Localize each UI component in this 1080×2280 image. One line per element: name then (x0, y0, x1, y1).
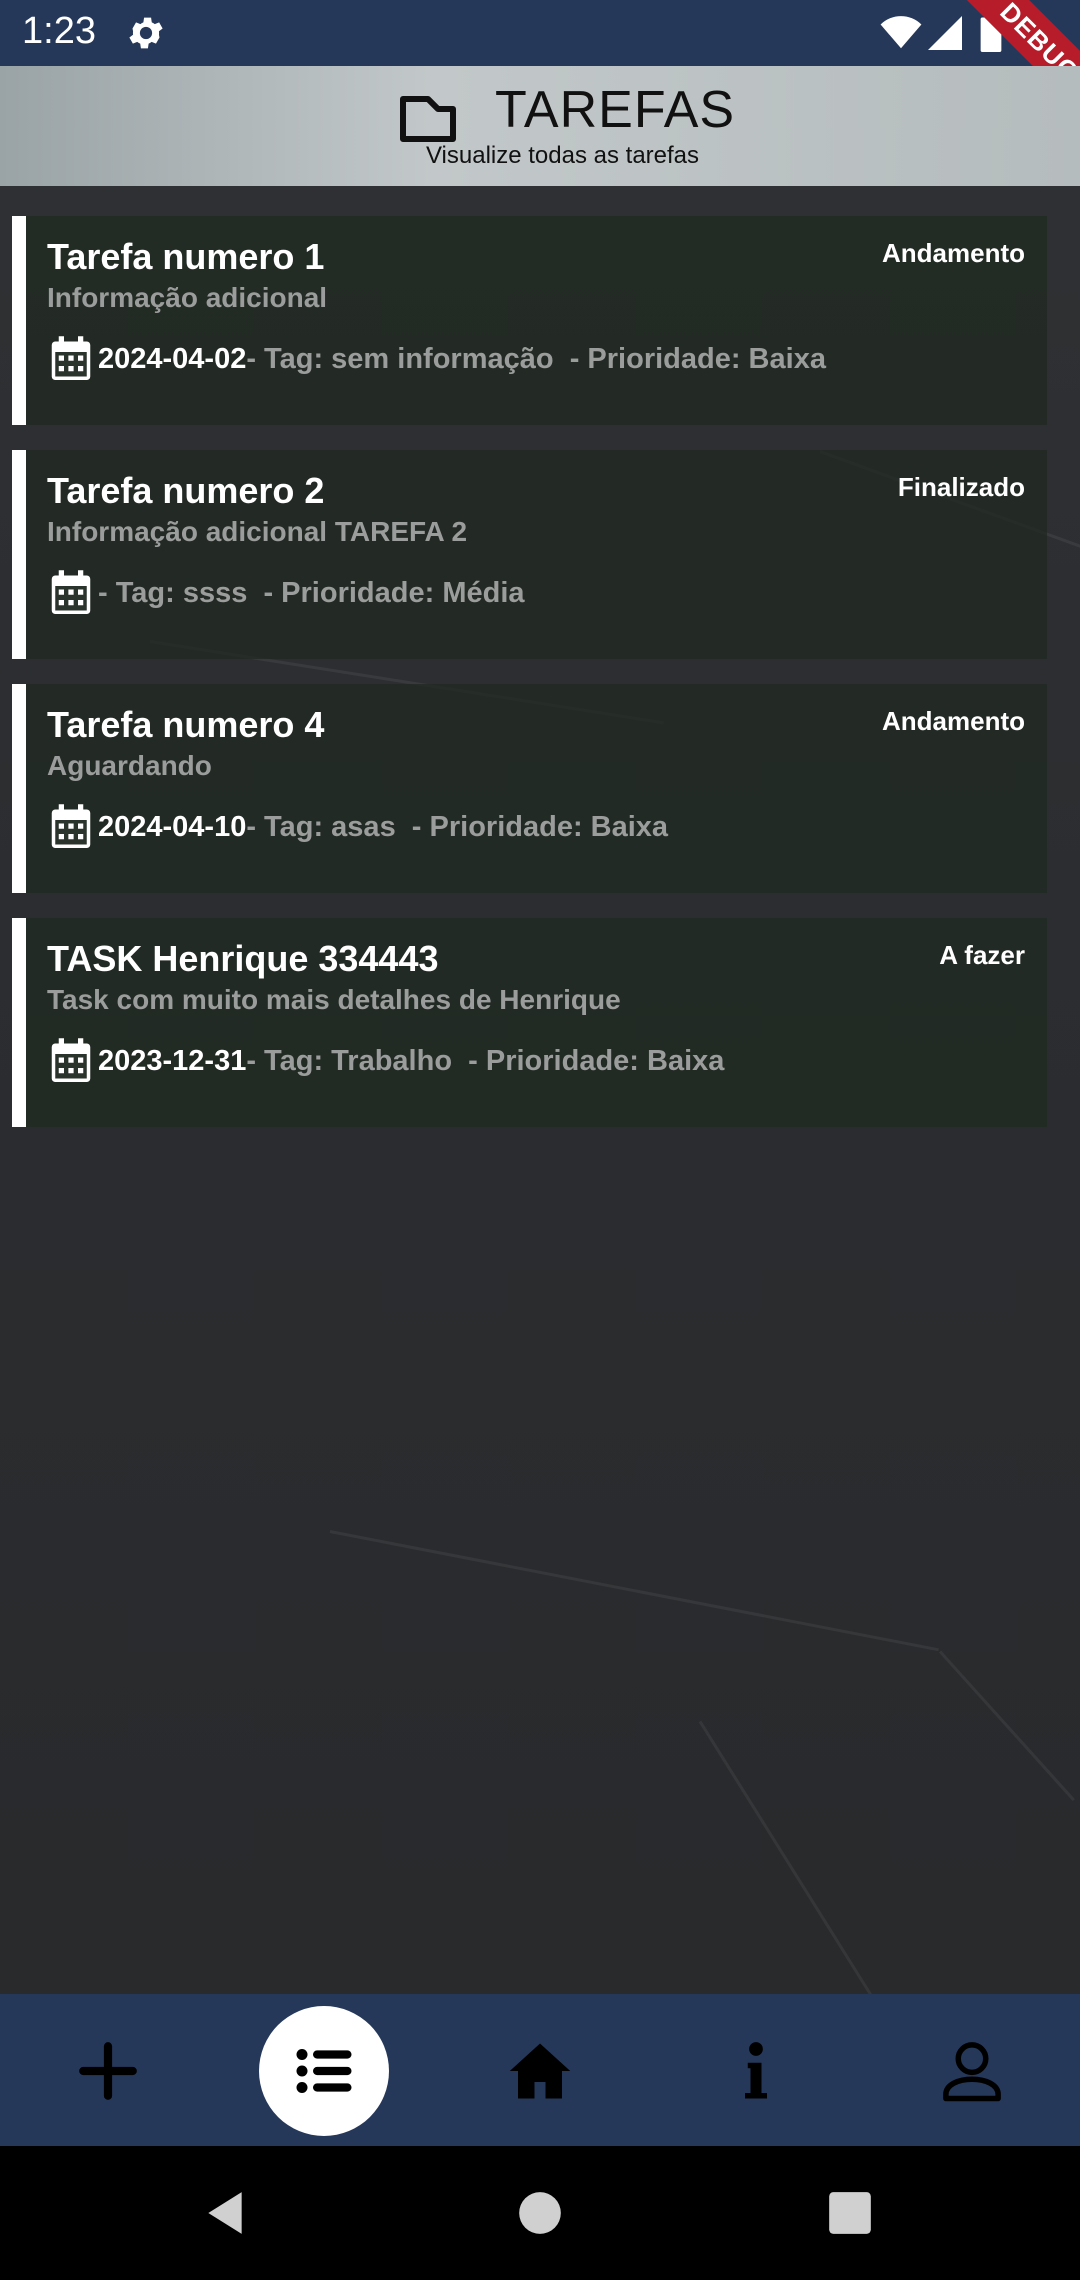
home-button[interactable] (475, 2006, 605, 2136)
task-card[interactable]: Tarefa numero 4 Aguardando Andamento 202… (12, 684, 1047, 893)
person-icon (943, 2042, 1001, 2102)
task-title: Tarefa numero 1 (47, 236, 325, 277)
task-description: Informação adicional (47, 282, 328, 313)
status-time: 1:23 (22, 10, 96, 52)
task-title: Tarefa numero 2 (47, 470, 325, 511)
task-accent-bar (12, 450, 26, 659)
gear-icon (129, 17, 163, 49)
task-title: TASK Henrique 334443 (47, 938, 439, 979)
task-meta: 2024-04-02 - Tag: sem informação - Prior… (50, 334, 826, 384)
home-icon (509, 2043, 571, 2099)
task-status: Andamento (882, 238, 1025, 268)
task-status: Andamento (882, 706, 1025, 736)
task-accent-bar (12, 216, 26, 425)
task-title: Tarefa numero 4 (47, 704, 325, 745)
recents-icon[interactable] (825, 2188, 875, 2238)
status-bar: 1:23 DEBUG (0, 0, 1080, 136)
task-status: Finalizado (897, 472, 1025, 502)
task-info: - Tag: sem informação - Prioridade: Baix… (246, 342, 826, 375)
page-title: TAREFAS (495, 81, 736, 139)
task-card[interactable]: Tarefa numero 2 Informação adicional TAR… (12, 450, 1047, 659)
task-card[interactable]: Tarefa numero 1 Informação adicional And… (12, 216, 1047, 425)
task-meta: - Tag: ssss - Prioridade: Média (50, 568, 525, 618)
task-info: - Tag: Trabalho - Prioridade: Baixa (246, 1044, 725, 1077)
signal-icon (928, 16, 962, 50)
list-icon (296, 2049, 352, 2093)
task-date: 2023-12-31 (98, 1044, 247, 1077)
profile-button[interactable] (907, 2006, 1037, 2136)
task-list-button[interactable] (259, 2006, 389, 2136)
back-icon[interactable] (200, 2188, 250, 2238)
task-meta: 2024-04-10 - Tag: asas - Prioridade: Bai… (50, 802, 668, 852)
task-card[interactable]: TASK Henrique 334443 Task com muito mais… (12, 918, 1047, 1127)
calendar-icon (51, 570, 91, 614)
task-meta: 2023-12-31 - Tag: Trabalho - Prioridade:… (50, 1036, 724, 1086)
info-icon (745, 2042, 767, 2099)
task-accent-bar (12, 684, 26, 893)
page-subtitle: Visualize todas as tarefas (425, 142, 700, 169)
home-circle-icon[interactable] (515, 2188, 565, 2238)
add-task-button[interactable] (43, 2006, 173, 2136)
task-info: - Tag: ssss - Prioridade: Média (98, 576, 525, 609)
system-nav-bar (0, 2146, 1080, 2280)
task-info: - Tag: asas - Prioridade: Baixa (246, 810, 669, 843)
plus-icon (79, 2042, 137, 2100)
calendar-icon (51, 336, 91, 380)
task-description: Informação adicional TAREFA 2 (47, 516, 468, 547)
task-date: 2024-04-10 (98, 810, 247, 843)
wifi-icon (880, 16, 922, 49)
app-header: TAREFAS Visualize todas as tarefas (0, 66, 1080, 186)
task-description: Task com muito mais detalhes de Henrique (47, 984, 621, 1015)
task-accent-bar (12, 918, 26, 1127)
task-date: 2024-04-02 (98, 342, 247, 375)
task-status: A fazer (939, 940, 1025, 970)
calendar-icon (51, 804, 91, 848)
folder-icon (400, 96, 456, 142)
calendar-icon (51, 1038, 91, 1082)
info-button[interactable] (691, 2006, 821, 2136)
task-description: Aguardando (47, 750, 212, 781)
bottom-nav (0, 1994, 1080, 2146)
